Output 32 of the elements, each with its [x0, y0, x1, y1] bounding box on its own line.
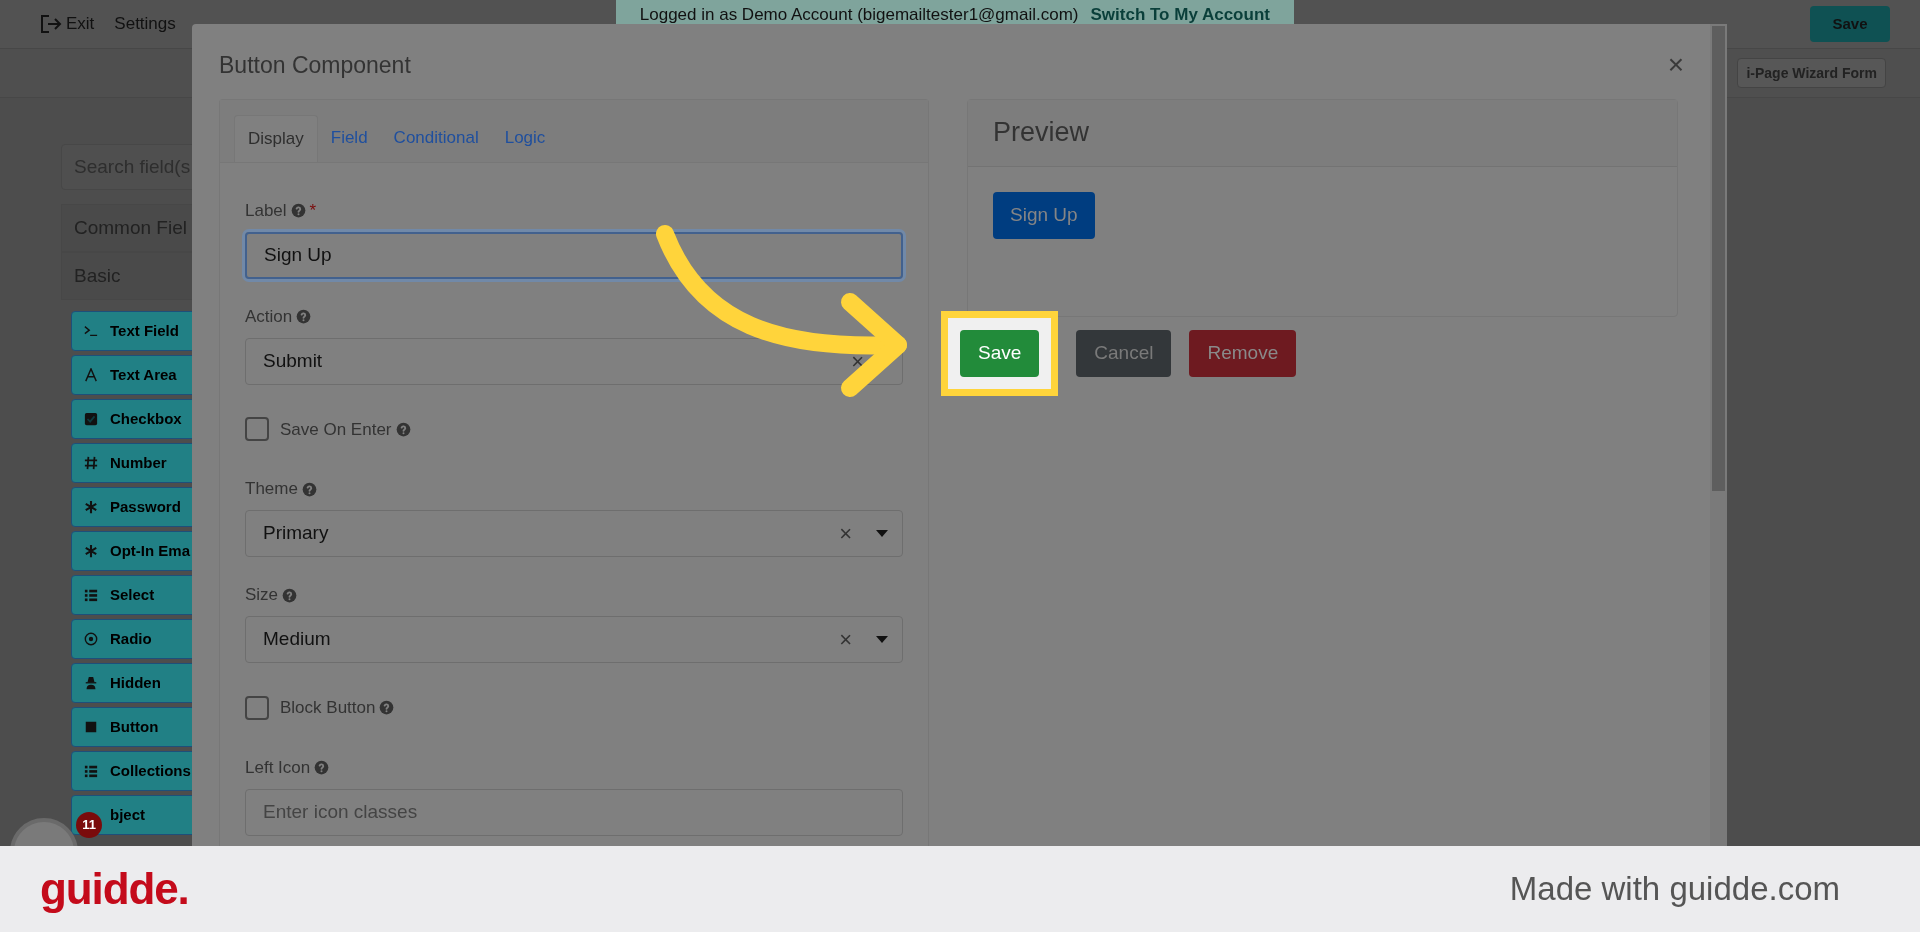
- text-field[interactable]: Enter icon classes: [245, 788, 903, 836]
- tab[interactable]: Conditional: [380, 114, 492, 162]
- clear-button[interactable]: ×: [839, 623, 852, 656]
- nav-link[interactable]: Settings: [114, 11, 176, 37]
- clear-button[interactable]: ×: [851, 344, 864, 378]
- guidde-logo: guidde.: [40, 863, 189, 915]
- save-button[interactable]: Save: [1810, 6, 1890, 42]
- preview-title: Preview: [993, 116, 1090, 150]
- select-value: Submit: [263, 348, 323, 373]
- checkbox-label: Save On Enter: [280, 418, 392, 441]
- switch-account-link[interactable]: Switch To My Account: [1090, 2, 1270, 28]
- action-button[interactable]: Remove: [1189, 329, 1297, 377]
- select-field[interactable]: Medium ×: [245, 616, 903, 663]
- nav-link[interactable]: Exit: [40, 11, 95, 37]
- tab[interactable]: Display: [234, 114, 318, 162]
- text-field[interactable]: Sign Up: [245, 231, 903, 279]
- credit-text: Made with guidde.com: [1509, 869, 1840, 910]
- select-field[interactable]: Submit ×: [245, 337, 903, 385]
- tab[interactable]: Logic: [491, 114, 559, 162]
- banner-text: Logged in as Demo Account (bigemailtester1@gmail.com): [639, 4, 1079, 27]
- required-mark: *: [309, 199, 317, 222]
- action-button[interactable]: Save: [960, 329, 1040, 377]
- sign-up-button[interactable]: Sign Up: [993, 191, 1095, 239]
- clear-button[interactable]: ×: [839, 517, 852, 550]
- close-button[interactable]: ×: [1667, 51, 1684, 80]
- select-value: Primary: [263, 521, 329, 546]
- action-button[interactable]: Cancel: [1076, 329, 1172, 377]
- select-value: Medium: [263, 627, 331, 652]
- tab[interactable]: Field: [317, 114, 381, 162]
- checkbox-label: Block Button: [280, 697, 376, 719]
- select-field[interactable]: Primary ×: [245, 510, 903, 557]
- modal-title: Button Component: [219, 51, 411, 80]
